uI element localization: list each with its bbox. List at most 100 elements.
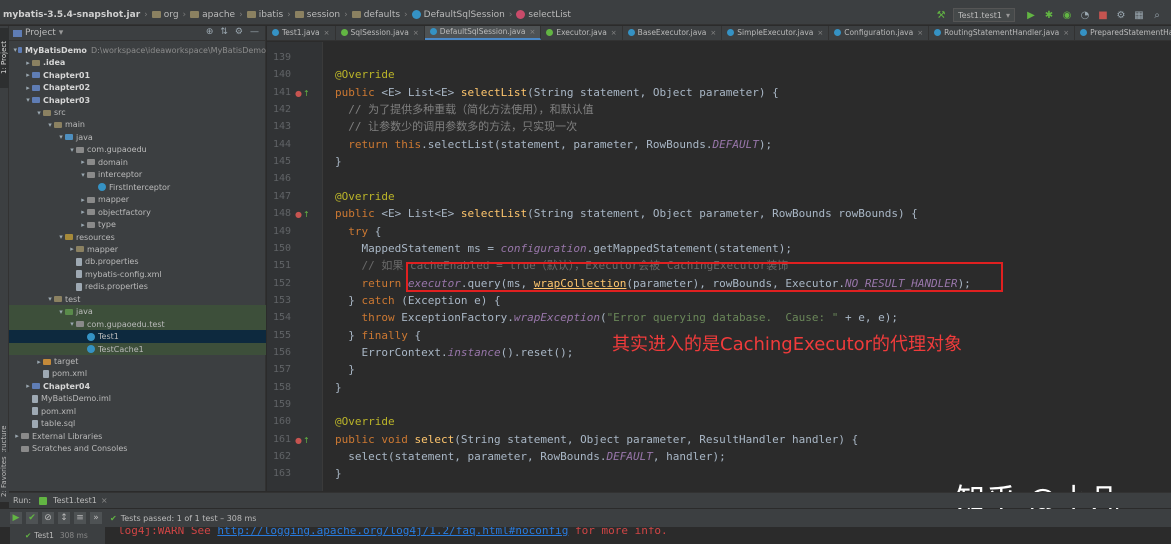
structure-icon[interactable]: ▦ [1133,9,1145,21]
chevron-down-icon[interactable]: ▾ [79,171,87,179]
tree-item[interactable]: ▸ Chapter01 [9,69,266,82]
chevron-right-icon[interactable]: ▸ [79,158,87,166]
settings-icon[interactable]: ⚙ [235,27,243,37]
close-icon[interactable]: × [1063,29,1069,37]
tree-item[interactable]: ▾ com.gupaoedu [9,144,266,157]
profile-icon[interactable]: ◔ [1079,9,1091,21]
chevron-right-icon[interactable]: ▸ [35,358,43,366]
chevron-down-icon[interactable]: ▾ [68,146,76,154]
editor-tab[interactable]: PreparedStatementHandler× [1075,26,1171,40]
breadcrumb-method[interactable]: selectList [516,10,571,20]
override-marker-icon[interactable]: ●↑ [295,210,310,219]
tree-item[interactable]: pom.xml [9,405,266,418]
close-icon[interactable]: × [817,29,823,37]
search-icon[interactable]: ⌕ [1151,9,1163,21]
tree-item[interactable]: ▾ java [9,131,266,144]
locate-icon[interactable]: ⊕ [206,27,214,37]
close-icon[interactable]: × [101,496,108,505]
collapse-icon[interactable]: ⇅ [220,27,228,37]
close-icon[interactable]: × [324,29,330,37]
show-passed-icon[interactable]: ✔ [26,512,38,524]
close-icon[interactable]: × [413,29,419,37]
tree-item[interactable]: ▾ test [9,293,266,306]
expand-icon[interactable]: » [90,512,102,524]
chevron-right-icon[interactable]: ▸ [24,59,32,67]
project-panel-title[interactable]: Project [25,28,56,38]
tree-item[interactable]: ▸ type [9,218,266,231]
editor-tab[interactable]: DefaultSqlSession.java × [424,26,542,40]
close-icon[interactable]: × [529,28,535,36]
chevron-right-icon[interactable]: ▸ [24,84,32,92]
breadcrumb-apache[interactable]: apache [190,10,235,20]
breadcrumb-ibatis[interactable]: ibatis [246,10,283,20]
breadcrumb-session[interactable]: session [294,10,340,20]
chevron-down-icon[interactable]: ▾ [13,46,18,54]
close-icon[interactable]: × [611,29,617,37]
tree-item[interactable]: ▸ Chapter04 [9,380,266,393]
run-icon[interactable]: ▶ [1025,9,1037,21]
tree-item[interactable]: ▾ Chapter03 [9,94,266,107]
tree-item[interactable]: ▾ java [9,305,266,318]
sort-duration-icon[interactable]: ≡ [74,512,86,524]
chevron-right-icon[interactable]: ▸ [13,432,21,440]
chevron-right-icon[interactable]: ▸ [79,196,87,204]
tree-item[interactable]: ▸ .idea [9,56,266,69]
tree-item[interactable]: FirstInterceptor [9,181,266,194]
chevron-down-icon[interactable]: ▾ [24,96,32,104]
chevron-down-icon[interactable]: ▾ [68,320,76,328]
editor-tab[interactable]: SqlSession.java × [336,26,425,40]
hide-icon[interactable]: — [250,27,259,37]
tree-item[interactable]: table.sql [9,418,266,431]
editor-tab[interactable]: BaseExecutor.java × [623,26,723,40]
breadcrumb-class[interactable]: DefaultSqlSession [411,10,505,20]
build-hammer-icon[interactable]: ⚒ [935,9,947,21]
chevron-right-icon[interactable]: ▸ [24,71,32,79]
tree-item[interactable]: redis.properties [9,281,266,294]
override-marker-icon[interactable]: ●↑ [295,89,310,98]
tool-tab-favorites[interactable]: 2: Favorites [0,452,9,502]
console-link[interactable]: http://logging.apache.org/log4j/1.2/faq.… [217,527,568,537]
debug-icon[interactable]: ✱ [1043,9,1055,21]
chevron-right-icon[interactable]: ▸ [79,208,87,216]
close-icon[interactable]: × [917,29,923,37]
tree-item[interactable]: MyBatisDemo.iml [9,393,266,406]
tree-item[interactable]: Test1 [9,330,266,343]
tree-item[interactable]: ▾ src [9,106,266,119]
tree-item[interactable]: TestCache1 [9,342,266,356]
editor-tab[interactable]: Configuration.java × [829,26,930,40]
test-tree-item[interactable]: ✔ Test1 308 ms [10,527,105,544]
chevron-down-icon[interactable]: ▾ [57,308,65,316]
editor-tab[interactable]: SimpleExecutor.java × [722,26,830,40]
tree-item[interactable]: ▾ interceptor [9,169,266,182]
sort-icon[interactable]: ↕ [58,512,70,524]
chevron-down-icon[interactable]: ▾ [59,28,64,38]
tree-item[interactable]: ▸ mapper [9,243,266,256]
tree-item[interactable]: ▸ Chapter02 [9,81,266,94]
tree-item[interactable]: ▸ objectfactory [9,206,266,219]
close-icon[interactable]: × [710,29,716,37]
breadcrumb-jar[interactable]: mybatis-3.5.4-snapshot.jar [3,10,140,20]
settings-icon[interactable]: ⚙ [1115,9,1127,21]
tree-item[interactable]: db.properties [9,256,266,269]
editor-tab[interactable]: RoutingStatementHandler.java × [929,26,1076,40]
run-config-tab[interactable]: Test1.test1 [53,496,97,505]
tree-item[interactable]: ▸ mapper [9,193,266,206]
tree-item[interactable]: ▾ resources [9,231,266,244]
chevron-down-icon[interactable]: ▾ [46,121,54,129]
show-ignored-icon[interactable]: ⊘ [42,512,54,524]
editor-tab[interactable]: Executor.java × [541,26,623,40]
coverage-icon[interactable]: ◉ [1061,9,1073,21]
chevron-right-icon[interactable]: ▸ [79,221,87,229]
tree-item[interactable]: ▸ domain [9,156,266,169]
tree-item[interactable]: ▾ main [9,119,266,132]
chevron-down-icon[interactable]: ▾ [57,133,65,141]
run-config-select[interactable]: Test1.test1 ▾ [953,8,1015,22]
chevron-down-icon[interactable]: ▾ [46,295,54,303]
tree-item[interactable]: ▸ target [9,355,266,368]
rerun-icon[interactable]: ▶ [10,512,22,524]
tree-item[interactable]: ▾ MyBatisDemo D:\workspace\ideaworkspace\M… [9,44,266,57]
tree-item[interactable]: ▸ External Libraries [9,430,266,443]
override-marker-icon[interactable]: ●↑ [295,436,310,445]
chevron-down-icon[interactable]: ▾ [35,109,43,117]
tree-item[interactable]: ▾ com.gupaoedu.test [9,317,266,331]
